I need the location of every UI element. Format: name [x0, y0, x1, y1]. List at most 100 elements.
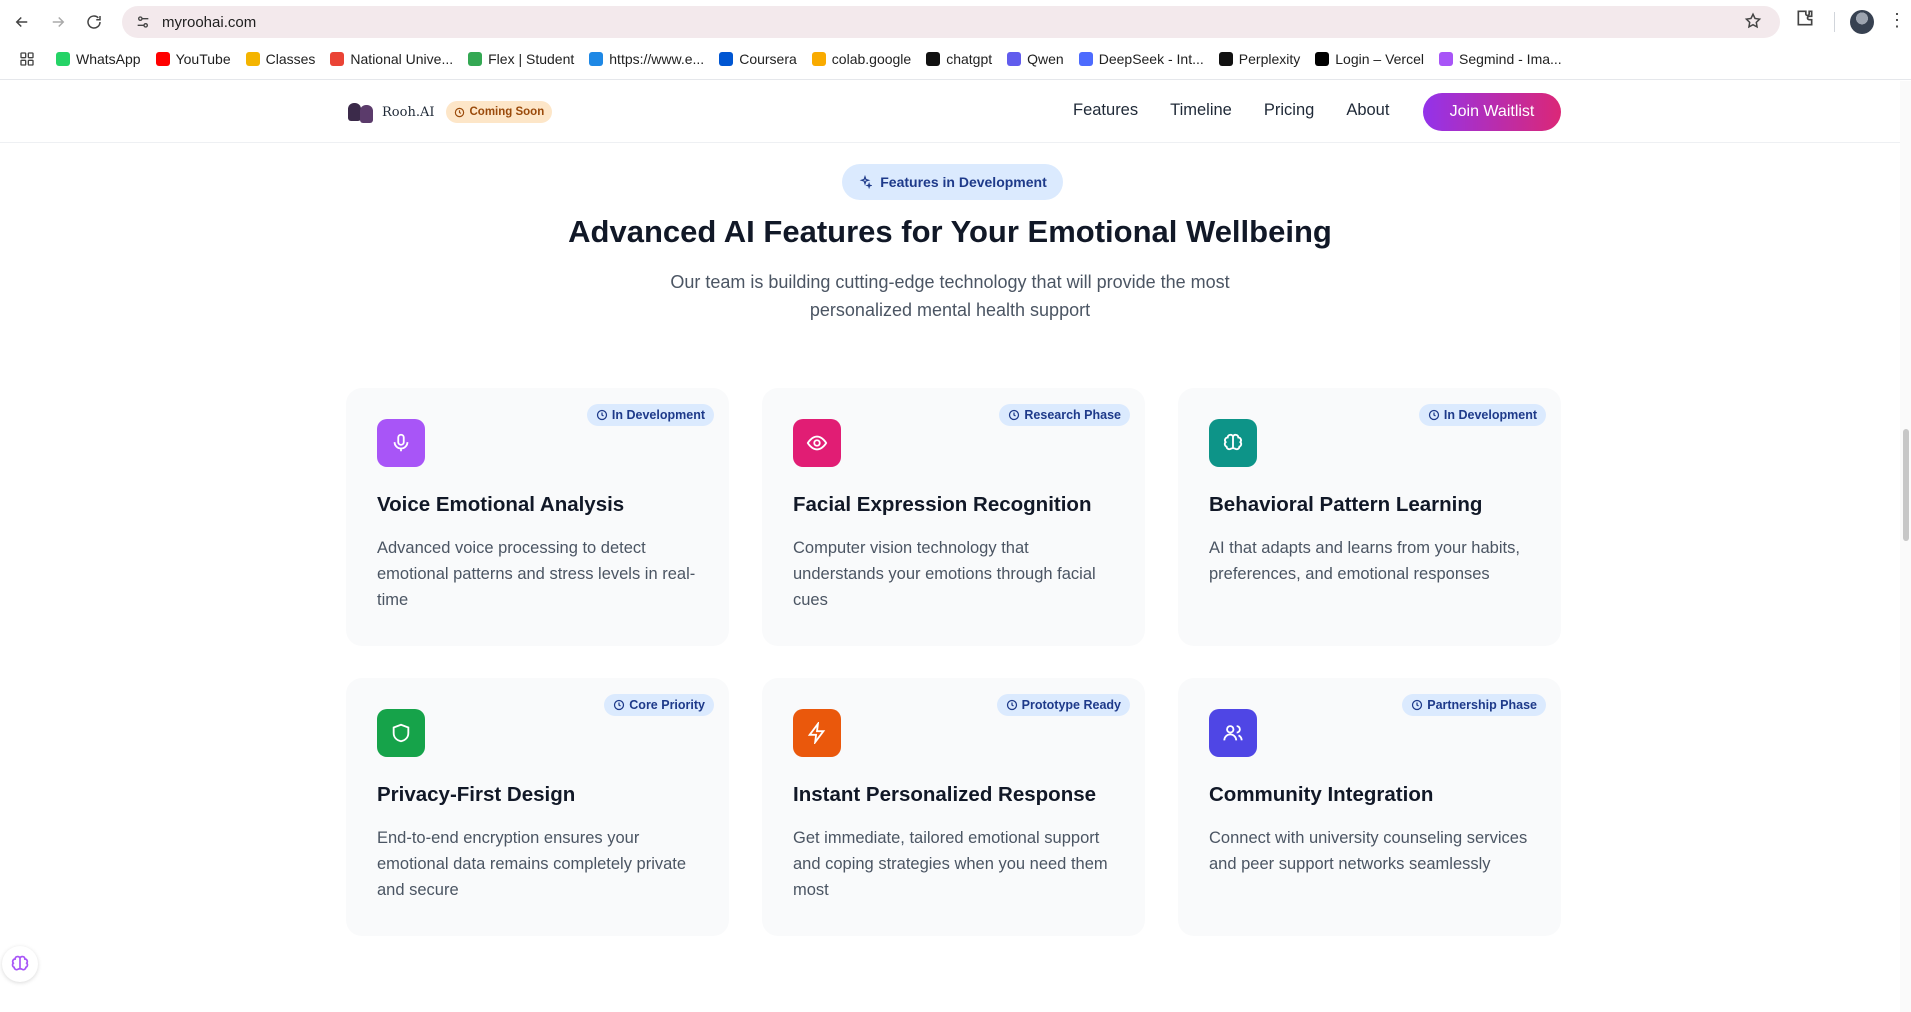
bookmark-label: YouTube	[175, 51, 231, 67]
bookmark-item[interactable]: https://www.e...	[589, 51, 704, 67]
bookmark-item[interactable]: WhatsApp	[56, 51, 141, 67]
bookmark-label: Coursera	[739, 51, 797, 67]
status-badge: Partnership Phase	[1402, 694, 1546, 716]
bookmark-item[interactable]: chatgpt	[926, 51, 992, 67]
bookmark-favicon-icon	[926, 52, 941, 66]
bookmark-item[interactable]: Classes	[245, 51, 316, 67]
bookmark-item[interactable]: Flex | Student	[468, 51, 574, 67]
bookmark-favicon-icon	[1438, 52, 1453, 66]
features-in-development-pill: Features in Development	[842, 164, 1063, 200]
browser-toolbar: myroohai.com ⋮ WhatsApp YouTube Classes Nat…	[0, 0, 1911, 80]
bookmark-favicon-icon	[589, 52, 604, 66]
status-badge: Research Phase	[999, 404, 1130, 426]
feature-description: End-to-end encryption ensures your emoti…	[377, 829, 687, 899]
status-badge-label: Research Phase	[1024, 408, 1121, 422]
bookmarks-bar: WhatsApp YouTube Classes National Unive... F…	[0, 46, 1911, 72]
bookmark-label: chatgpt	[946, 51, 993, 67]
bookmark-item[interactable]: DeepSeek - Int...	[1078, 51, 1204, 67]
bookmark-label: WhatsApp	[76, 51, 141, 67]
bookmark-label: Flex | Student	[488, 51, 575, 67]
feature-title: Instant Personalized Response	[793, 783, 1097, 806]
feature-title: Behavioral Pattern Learning	[1209, 493, 1483, 516]
site-header: Rooh.AI Coming Soon Features Timeline Pr…	[0, 81, 1900, 143]
bookmark-item[interactable]: colab.google	[811, 51, 912, 67]
status-badge-label: Core Priority	[629, 698, 705, 712]
clock-icon	[613, 699, 625, 711]
feature-card: Partnership Phase Community Integration Co…	[1178, 678, 1561, 936]
address-bar[interactable]: myroohai.com	[122, 6, 1780, 38]
feature-title: Community Integration	[1209, 783, 1434, 806]
eye-icon	[793, 419, 841, 467]
feature-card: Research Phase Facial Expression Recognit…	[762, 388, 1145, 646]
feature-title: Privacy-First Design	[377, 783, 576, 806]
nav-features[interactable]: Features	[1073, 101, 1138, 120]
back-button[interactable]	[4, 4, 40, 40]
microphone-icon	[377, 419, 425, 467]
bookmark-label: Qwen	[1027, 51, 1064, 67]
logo-image	[346, 99, 376, 125]
bookmark-label: Perplexity	[1238, 51, 1301, 67]
bookmark-favicon-icon	[330, 52, 345, 66]
section-title: Advanced AI Features for Your Emotional …	[568, 214, 1332, 249]
forward-button[interactable]	[40, 4, 76, 40]
bookmark-item[interactable]: Coursera	[719, 51, 797, 67]
users-icon	[1209, 709, 1257, 757]
nav-pricing[interactable]: Pricing	[1264, 101, 1314, 120]
feature-description: AI that adapts and learns from your habi…	[1209, 539, 1520, 583]
toolbar-divider	[1834, 12, 1835, 32]
feature-description: Get immediate, tailored emotional suppor…	[793, 829, 1108, 899]
clock-icon	[1008, 409, 1020, 421]
feature-card: In Development Voice Emotional Analysis Ad…	[346, 388, 729, 646]
status-badge: Core Priority	[604, 694, 714, 716]
join-waitlist-button[interactable]: Join Waitlist	[1423, 93, 1561, 131]
status-badge-label: In Development	[1443, 408, 1537, 422]
reload-button[interactable]	[76, 4, 112, 40]
nav-about[interactable]: About	[1346, 101, 1389, 120]
logo-text: Rooh.AI	[382, 104, 435, 120]
bookmark-favicon-icon	[56, 52, 70, 66]
status-badge-label: Partnership Phase	[1427, 698, 1537, 712]
brain-icon	[1209, 419, 1257, 467]
bookmark-favicon-icon	[1078, 52, 1093, 66]
page-scrollbar[interactable]	[1900, 81, 1911, 1012]
bookmark-star-icon[interactable]	[1744, 12, 1762, 35]
bookmark-item[interactable]: YouTube	[155, 51, 231, 67]
feature-description: Advanced voice processing to detect emot…	[377, 539, 696, 609]
bookmark-item[interactable]: Segmind - Ima...	[1438, 51, 1562, 67]
logo[interactable]: Rooh.AI Coming Soon	[346, 99, 553, 125]
status-badge-label: In Development	[611, 408, 705, 422]
clock-icon	[596, 409, 608, 421]
clock-icon	[1006, 699, 1018, 711]
site-settings-icon[interactable]	[130, 9, 156, 35]
bookmark-label: National Unive...	[350, 51, 454, 67]
coming-soon-badge: Coming Soon	[446, 101, 553, 123]
clock-icon	[1428, 409, 1440, 421]
status-badge: In Development	[586, 404, 714, 426]
extensions-icon[interactable]	[1795, 8, 1815, 33]
bookmark-favicon-icon	[719, 52, 734, 66]
feature-title: Voice Emotional Analysis	[377, 493, 625, 516]
url-text: myroohai.com	[162, 13, 257, 31]
section-subtitle: Our team is building cutting-edge techno…	[670, 272, 1230, 320]
status-badge: Prototype Ready	[996, 694, 1130, 716]
scroll-thumb[interactable]	[1903, 429, 1909, 541]
bookmark-item[interactable]: Qwen	[1007, 51, 1064, 67]
feature-description: Connect with university counseling servi…	[1209, 829, 1528, 873]
brain-assistant-button[interactable]	[2, 946, 38, 982]
feature-description: Computer vision technology that understa…	[793, 539, 1096, 609]
bookmark-label: Classes	[265, 51, 316, 67]
bookmark-favicon-icon	[811, 52, 826, 66]
bookmark-label: Login – Vercel	[1335, 51, 1424, 67]
nav-timeline[interactable]: Timeline	[1170, 101, 1232, 120]
profile-avatar[interactable]	[1850, 10, 1874, 34]
bookmark-item[interactable]: Perplexity	[1218, 51, 1301, 67]
coming-soon-label: Coming Soon	[469, 106, 545, 118]
bookmark-label: colab.google	[831, 51, 912, 67]
feature-card: In Development Behavioral Pattern Learnin…	[1178, 388, 1561, 646]
bookmark-item[interactable]: National Unive...	[330, 51, 453, 67]
feature-card: Core Priority Privacy-First Design End-to-…	[346, 678, 729, 936]
bookmark-item[interactable]: Login – Vercel	[1315, 51, 1424, 67]
menu-icon[interactable]: ⋮	[1888, 10, 1906, 31]
clock-icon	[1411, 699, 1423, 711]
apps-grid-icon[interactable]	[16, 48, 38, 70]
